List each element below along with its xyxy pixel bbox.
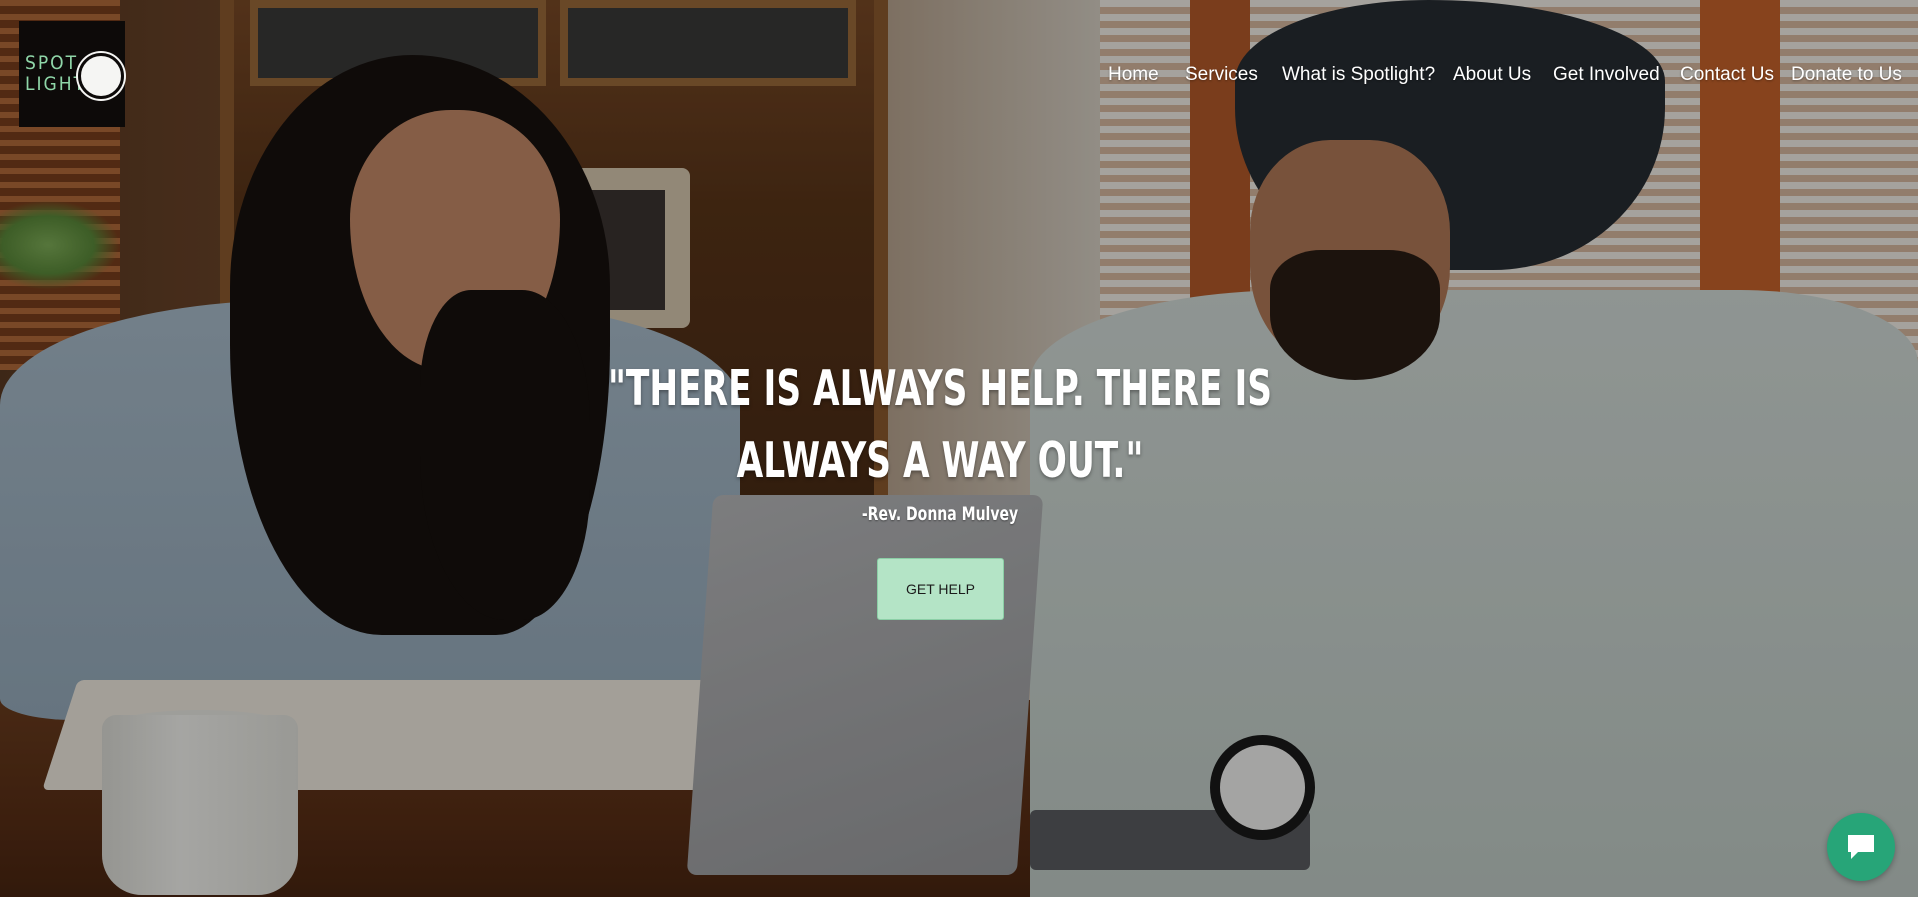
nav-item-donate[interactable]: Donate to Us [1791,64,1902,86]
chat-bubble-icon [1848,835,1874,859]
quote-attribution: -Rev. Donna Mulvey [861,503,1019,525]
logo-line-1: SPOT [25,52,79,74]
get-help-button[interactable]: GET HELP [877,558,1004,620]
nav-item-contact-us[interactable]: Contact Us [1680,64,1774,86]
hero-quote: "THERE IS ALWAYS HELP. THERE IS ALWAYS A… [607,359,1273,489]
spotlight-circle-icon [78,53,124,99]
logo-wordmark: SPOT LIGHT [25,53,86,95]
logo-line-2: LIGHT [25,73,87,95]
nav-item-home[interactable]: Home [1108,64,1159,86]
nav-item-get-involved[interactable]: Get Involved [1553,64,1660,86]
nav-item-services[interactable]: Services [1185,64,1258,86]
chat-button[interactable] [1827,813,1895,881]
nav-item-about-us[interactable]: About Us [1453,64,1531,86]
nav-item-what-is-spotlight[interactable]: What is Spotlight? [1282,64,1435,86]
site-logo[interactable]: SPOT LIGHT [19,21,125,127]
